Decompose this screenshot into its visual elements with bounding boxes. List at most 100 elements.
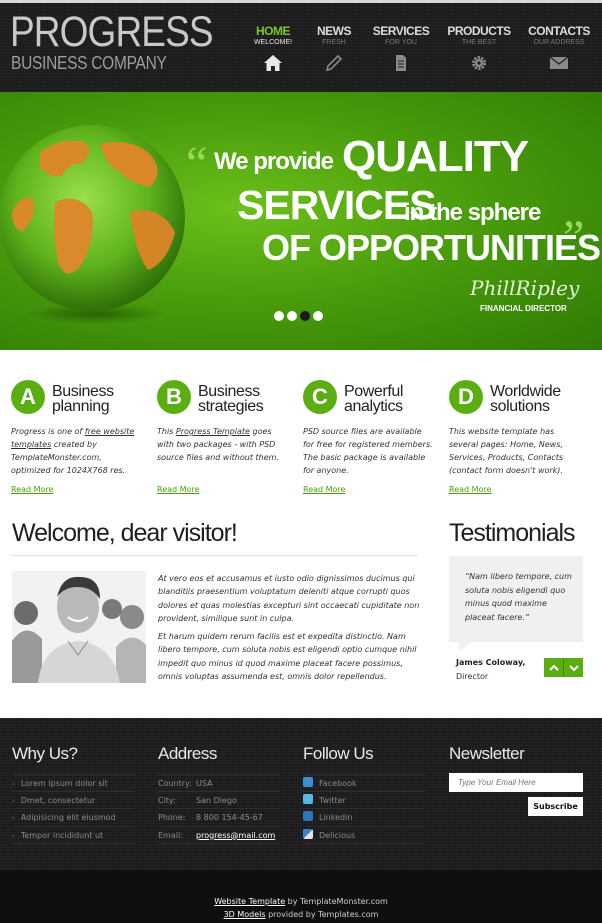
- feature-a-title-2: planning: [52, 398, 110, 415]
- footer-copyright-text: by TemplateMonster.com: [285, 897, 388, 906]
- email-link[interactable]: progress@mail.com: [196, 831, 275, 840]
- footer-why-item[interactable]: › Adipisicing elit eiusmod: [12, 809, 134, 827]
- footer: Why Us? › Lorem ipsum dolor sit › Dmet, co…: [0, 718, 602, 923]
- nav-news-label: NEWS: [317, 24, 352, 38]
- welcome-heading: Welcome, dear visitor!: [12, 519, 238, 547]
- footer-address-list: Country: USA City: San Diego Phone: 8 800 1…: [158, 774, 280, 844]
- address-value: San Diego: [196, 795, 237, 805]
- slider-dot-3[interactable]: [300, 311, 310, 321]
- address-row: City: San Diego: [158, 792, 280, 809]
- testimonial-quote: “Nam libero tempore, cum soluta nobis el…: [465, 572, 572, 622]
- footer-follow-heading: Follow Us: [303, 744, 374, 763]
- nav-home[interactable]: HOME WELCOME!: [238, 25, 308, 77]
- grass-globe-image: [0, 125, 185, 324]
- testimonial-prev-button[interactable]: [544, 658, 563, 677]
- footer-address-heading: Address: [158, 744, 217, 763]
- follow-label: Twitter: [319, 795, 346, 805]
- gear-icon: [472, 56, 486, 70]
- linkedin-icon: [303, 811, 313, 821]
- address-row: Email: progress@mail.com: [158, 827, 280, 844]
- header: PROGRESS BUSINESS COMPANY HOME WELCOME! …: [0, 0, 602, 92]
- footer-copyright-1: Website Template by TemplateMonster.com: [0, 897, 602, 906]
- testimonial-next-button[interactable]: [564, 658, 583, 677]
- bullet-arrow-icon: ›: [12, 796, 15, 805]
- slider-line1-big: QUALITY: [342, 132, 529, 181]
- footer-copyright-2: 3D Models provided by Templates.com: [0, 910, 602, 919]
- feature-d-title-2: solutions: [490, 398, 550, 415]
- nav-products-sub: THE BEST: [461, 39, 497, 46]
- address-value: 8 800 154-45-67: [196, 813, 263, 822]
- testimonial-bubble: “Nam libero tempore, cum soluta nobis el…: [449, 556, 583, 652]
- feature-b-desc-part: This: [157, 427, 176, 436]
- address-label: Country:: [158, 779, 192, 788]
- feature-b-desc-link[interactable]: Progress Template: [176, 427, 250, 436]
- nav-contacts[interactable]: CONTACTS OUR ADDRESS: [524, 25, 594, 77]
- slider-line3: OF OPPORTUNITIES: [262, 227, 601, 268]
- nav-services-label: SERVICES: [372, 24, 430, 38]
- pencil-icon: [325, 54, 343, 72]
- feature-a-read-more[interactable]: Read More: [11, 485, 53, 494]
- website-template-link[interactable]: Website Template: [214, 897, 285, 906]
- logo-title[interactable]: PROGRESS: [10, 10, 214, 54]
- address-label: Phone:: [158, 813, 186, 822]
- nav-products[interactable]: PRODUCTS THE BEST: [444, 25, 514, 77]
- nav-contacts-label: CONTACTS: [528, 24, 590, 38]
- feature-c-read-more[interactable]: Read More: [303, 485, 345, 494]
- footer-why-item[interactable]: › Dmet, consectetur: [12, 792, 134, 809]
- testimonial-author: James Coloway,: [456, 658, 526, 667]
- slider-quote-close: ”: [563, 211, 585, 264]
- footer-why-heading: Why Us?: [12, 744, 78, 763]
- follow-twitter[interactable]: Twitter: [303, 792, 425, 809]
- footer-follow-list: Facebook Twitter Linkedin Delicious: [303, 774, 425, 844]
- nav-services[interactable]: SERVICES FOR YOU: [366, 25, 436, 77]
- follow-label: Delicious: [319, 830, 356, 840]
- slider-dot-2[interactable]: [287, 311, 297, 321]
- testimonial-nav: [544, 658, 583, 677]
- address-label: City:: [158, 795, 176, 805]
- slider-dot-4[interactable]: [313, 311, 323, 321]
- follow-linkedin[interactable]: Linkedin: [303, 809, 425, 827]
- feature-b-description: This Progress Template goes with two pac…: [157, 425, 287, 464]
- feature-a-badge: A: [11, 380, 45, 414]
- nav-news[interactable]: NEWS FRESH: [299, 25, 369, 77]
- logo-subtitle: BUSINESS COMPANY: [11, 53, 167, 73]
- nav-home-sub: WELCOME!: [253, 39, 293, 46]
- welcome-divider: [12, 555, 418, 556]
- feature-a-desc-part: Progress is one of: [11, 427, 85, 436]
- nav-contacts-sub: OUR ADDRESS: [533, 39, 585, 46]
- envelope-icon: [549, 56, 569, 69]
- slider-signature-title: FINANCIAL DIRECTOR: [480, 304, 567, 313]
- welcome-text: At vero eos et accusamus et iusto odio d…: [158, 572, 420, 688]
- footer-why-item-label: Lorem ipsum dolor sit: [20, 779, 108, 788]
- delicious-icon: [303, 828, 313, 839]
- address-value: USA: [196, 779, 213, 788]
- testimonial-role: Director: [456, 672, 489, 681]
- document-icon: [396, 55, 406, 71]
- welcome-paragraph-1: At vero eos et accusamus et iusto odio d…: [158, 574, 420, 623]
- people-photo-image: [12, 571, 146, 683]
- hero-slider: “ We provide QUALITY SERVICES in the sph…: [0, 92, 602, 350]
- header-top-line: [0, 0, 602, 3]
- follow-delicious[interactable]: Delicious: [303, 827, 425, 844]
- slider-line1-small: We provide: [214, 148, 334, 175]
- footer-why-item-label: Tempor incididunt ut: [20, 830, 104, 840]
- nav-products-label: PRODUCTS: [447, 24, 511, 38]
- feature-d-read-more[interactable]: Read More: [449, 485, 491, 494]
- slider-signature: PhillRipley: [470, 276, 580, 300]
- feature-b-title-2: strategies: [198, 398, 264, 415]
- newsletter-email-input[interactable]: [449, 773, 583, 792]
- 3d-models-link[interactable]: 3D Models: [224, 910, 266, 919]
- subscribe-button[interactable]: Subscribe: [528, 797, 583, 816]
- bullet-arrow-icon: ›: [12, 780, 15, 788]
- home-icon: [264, 55, 282, 71]
- chevron-up-icon: [548, 664, 559, 671]
- footer-why-item-label: Dmet, consectetur: [20, 795, 96, 805]
- follow-label: Facebook: [319, 779, 357, 788]
- address-label: Email:: [158, 830, 183, 840]
- footer-why-item[interactable]: › Tempor incididunt ut: [12, 827, 134, 844]
- feature-b-read-more[interactable]: Read More: [157, 485, 199, 494]
- follow-facebook[interactable]: Facebook: [303, 774, 425, 792]
- slider-dot-1[interactable]: [274, 311, 284, 321]
- feature-c-title-2: analytics: [344, 398, 403, 415]
- footer-why-item[interactable]: › Lorem ipsum dolor sit: [12, 774, 134, 792]
